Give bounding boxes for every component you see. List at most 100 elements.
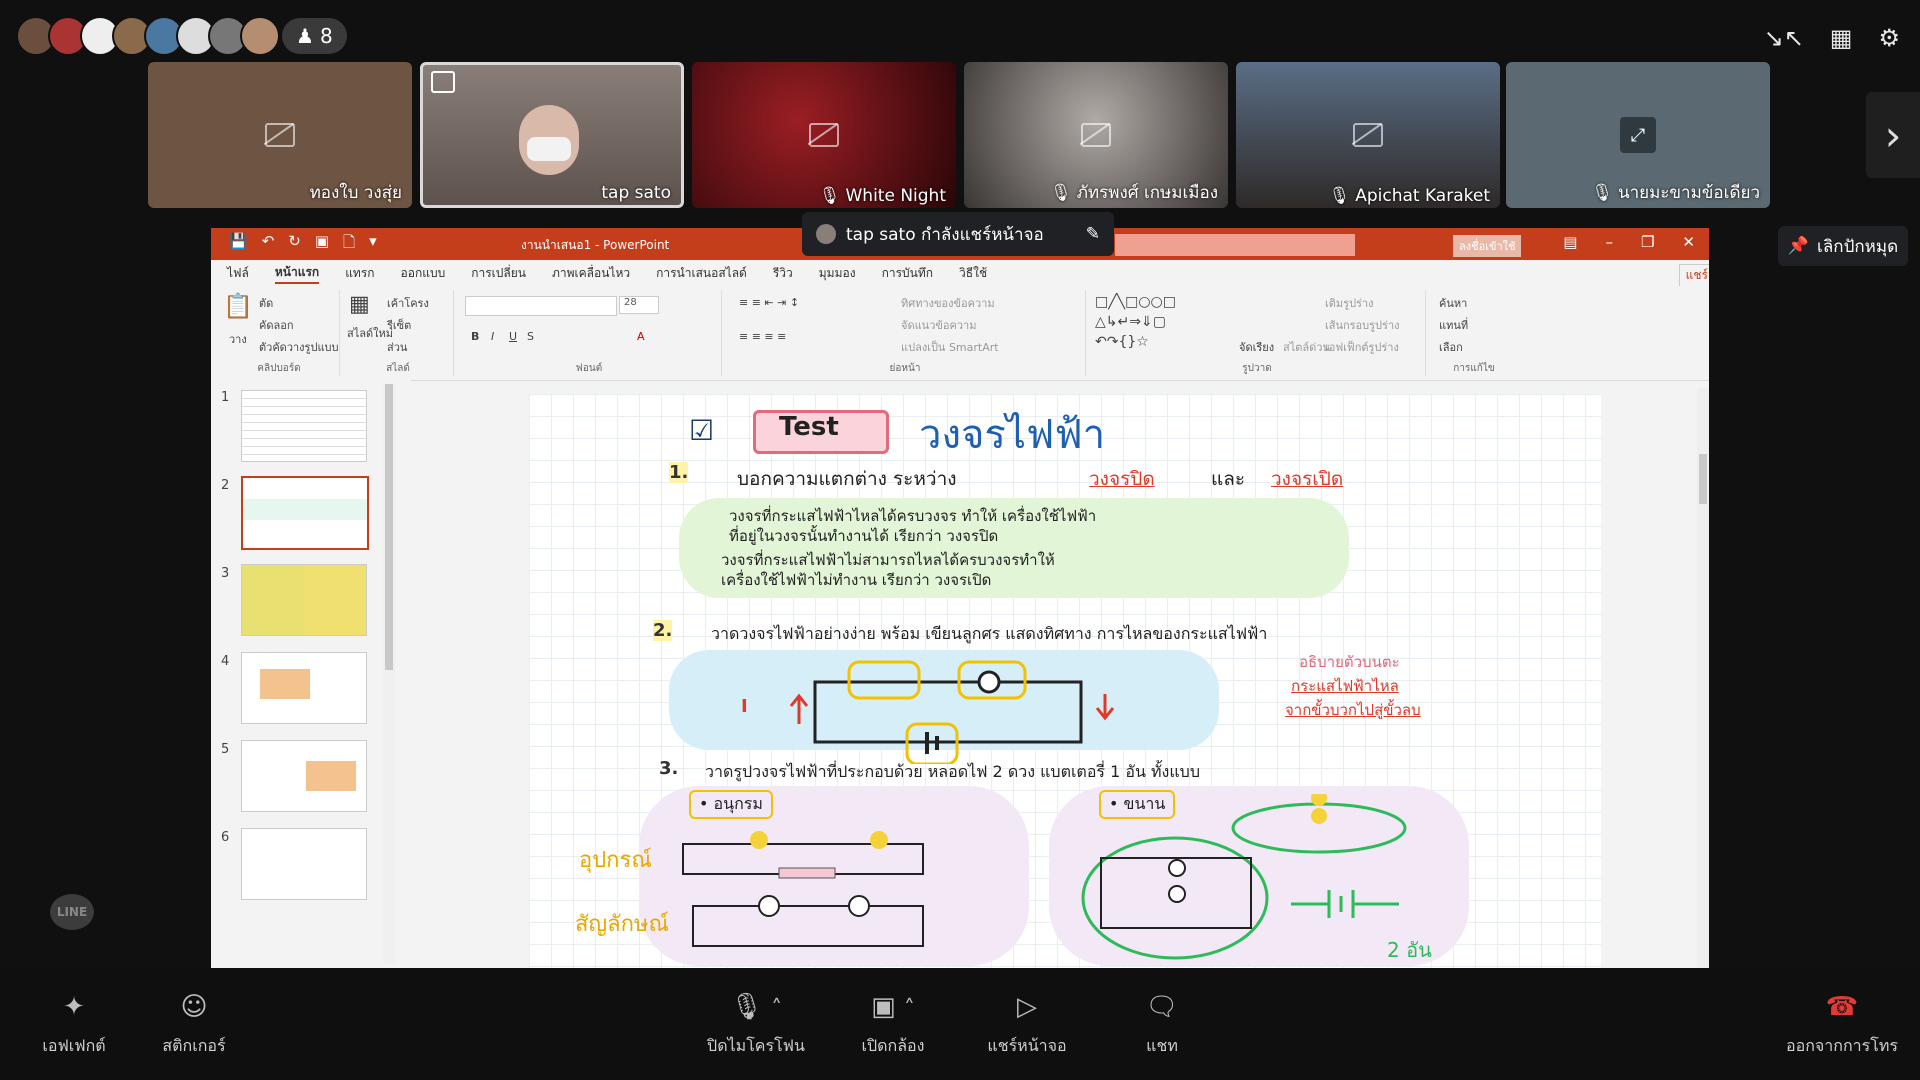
reset-button[interactable]: รีเซ็ต <box>387 316 411 334</box>
paste-label[interactable]: วาง <box>229 330 247 348</box>
camera-button[interactable]: ▣ ˄ เปิดกล้อง <box>848 992 938 1059</box>
tab-animations[interactable]: ภาพเคลื่อนไหว <box>552 264 630 283</box>
slide-thumbnail[interactable] <box>241 740 367 812</box>
smartart-button[interactable]: แปลงเป็น SmartArt <box>901 338 999 356</box>
participant-avatars[interactable]: ♟ 8 <box>16 16 347 56</box>
tab-view[interactable]: มุมมอง <box>819 264 856 283</box>
format-painter-button[interactable]: ตัวคัดวางรูปแบบ <box>259 338 339 356</box>
font-name-dropdown[interactable] <box>465 296 617 316</box>
shadow-icon[interactable]: S <box>527 330 534 343</box>
underline-icon[interactable]: U <box>509 330 517 343</box>
video-tile[interactable]: 🎙 ภัทรพงศ์ เกษมเมือง <box>964 62 1228 208</box>
sign-in-button[interactable]: ลงชื่อเข้าใช้ <box>1453 235 1522 257</box>
paste-icon[interactable]: 📋 <box>223 292 253 320</box>
undo-icon[interactable]: ↶ <box>262 232 275 257</box>
new-file-icon[interactable]: 🗋 <box>343 232 355 257</box>
effects-button[interactable]: ✦ เอฟเฟกต์ <box>34 992 114 1059</box>
leave-call-button[interactable]: ☎ ออกจากการโทร <box>1780 992 1904 1059</box>
quick-styles-button[interactable]: สไตล์ด่วน <box>1283 338 1330 356</box>
shapes-gallery-icon[interactable]: ↶↷{}☆ <box>1095 334 1149 350</box>
bullets-icon[interactable]: ≡ ≡ ⇤ ⇥ ↕ <box>739 296 799 309</box>
text-direction-button[interactable]: ทิศทางของข้อความ <box>901 294 995 312</box>
save-icon[interactable]: 💾 <box>229 232 248 257</box>
tab-record[interactable]: การบันทึก <box>882 264 933 283</box>
shapes-gallery-icon[interactable]: □╱╲□○○□ <box>1095 294 1176 310</box>
cut-button[interactable]: ตัด <box>259 294 273 312</box>
slide-thumbnail[interactable] <box>241 828 367 900</box>
face-mask <box>527 137 571 161</box>
thumbnail-scrollbar[interactable] <box>383 384 395 964</box>
replace-button[interactable]: แทนที่ <box>1439 316 1468 334</box>
present-icon[interactable]: ▣ <box>315 232 329 257</box>
tab-file[interactable]: ไฟล์ <box>227 264 249 283</box>
ribbon-display-icon[interactable]: ▤ <box>1563 233 1577 251</box>
tab-home[interactable]: หน้าแรก <box>274 263 320 284</box>
shape-fill-button[interactable]: เติมรูปร่าง <box>1325 294 1374 312</box>
slide-thumbnail[interactable] <box>241 652 367 724</box>
italic-icon[interactable]: I <box>491 330 494 343</box>
search-box[interactable] <box>1115 234 1355 256</box>
font-group: 28 B I U S A ฟอนต์ <box>457 290 722 376</box>
share-screen-button[interactable]: ▷ แชร์หน้าจอ <box>984 992 1070 1059</box>
section-button[interactable]: ส่วน <box>387 338 407 356</box>
stickers-button[interactable]: ☺ สติกเกอร์ <box>154 992 234 1059</box>
sparkle-icon: ✦ <box>63 992 85 1022</box>
chat-button[interactable]: 🗨 แชท <box>1130 992 1194 1059</box>
close-icon[interactable]: ✕ <box>1682 233 1695 251</box>
slide-thumbnail[interactable] <box>241 564 367 636</box>
unpin-button[interactable]: 📌 เลิกปักหมุด <box>1778 226 1908 266</box>
tab-help[interactable]: วิธีใช้ <box>959 264 987 283</box>
redo-icon[interactable]: ↻ <box>288 232 301 257</box>
align-text-button[interactable]: จัดแนวข้อความ <box>901 316 976 334</box>
arrange-button[interactable]: จัดเรียง <box>1239 338 1274 356</box>
new-slide-icon[interactable]: ▦ <box>349 292 370 317</box>
select-button[interactable]: เลือก <box>1439 338 1463 356</box>
video-tile[interactable]: ⤢ 🎙 นายมะขามข้อเดียว <box>1506 62 1770 208</box>
tab-transitions[interactable]: การเปลี่ยน <box>471 264 526 283</box>
tile-name-label: White Night <box>845 186 946 206</box>
expand-icon[interactable]: ⤢ <box>1620 117 1656 153</box>
shape-outline-button[interactable]: เส้นกรอบรูปร่าง <box>1325 316 1400 334</box>
slide-thumbnail-selected[interactable] <box>241 476 369 550</box>
pin-icon[interactable] <box>431 71 455 93</box>
font-size-dropdown[interactable]: 28 <box>619 296 659 314</box>
align-icons[interactable]: ≡ ≡ ≡ ≡ <box>739 330 786 343</box>
find-button[interactable]: ค้นหา <box>1439 294 1467 312</box>
participant-name: 🎙 นายมะขามข้อเดียว <box>1591 179 1760 206</box>
copy-button[interactable]: คัดลอก <box>259 316 294 334</box>
minimize-icon[interactable]: – <box>1605 233 1613 251</box>
video-tile[interactable]: 🎙 White Night <box>692 62 956 208</box>
tab-slideshow[interactable]: การนำเสนอสไลด์ <box>656 264 747 283</box>
slide-scrollbar[interactable] <box>1697 388 1709 968</box>
slide-title: วงจรไฟฟ้า <box>919 412 1106 458</box>
exit-fullscreen-icon[interactable]: ↘↖ <box>1764 24 1804 52</box>
pen-icon[interactable]: ✎ <box>1086 224 1100 244</box>
apps-grid-icon[interactable]: ▦ <box>1830 24 1853 52</box>
video-tile-active-speaker[interactable]: tap sato <box>420 62 684 208</box>
layout-button[interactable]: เค้าโครง <box>387 294 429 312</box>
microphone-icon: 🎙 ˄ <box>729 992 783 1022</box>
mic-button[interactable]: 🎙 ˄ ปิดไมโครโฟน <box>704 992 808 1059</box>
customize-icon[interactable]: ▾ <box>369 232 377 257</box>
tab-insert[interactable]: แทรก <box>345 264 374 283</box>
current-symbol: I <box>741 696 748 717</box>
font-color-icon[interactable]: A <box>637 330 645 343</box>
video-tile[interactable]: ทองใบ วงสุ่ย <box>148 62 412 208</box>
circuit-diagram <box>789 660 1115 764</box>
share-button[interactable]: แชร์ <box>1678 264 1709 287</box>
shapes-gallery-icon[interactable]: △↳↵⇒⇓▢ <box>1095 314 1166 330</box>
shape-effects-button[interactable]: เอฟเฟ็กต์รูปร่าง <box>1325 338 1399 356</box>
participant-count-button[interactable]: ♟ 8 <box>282 18 347 54</box>
video-tile[interactable]: 🎙 Apichat Karaket <box>1236 62 1500 208</box>
settings-gear-icon[interactable]: ⚙ <box>1878 24 1900 52</box>
next-tiles-button[interactable]: › <box>1866 92 1920 178</box>
slide-canvas[interactable]: ☑ Test วงจรไฟฟ้า 1. บอกความแตกต่าง ระหว่… <box>529 394 1601 968</box>
tab-review[interactable]: รีวิว <box>773 264 793 283</box>
restore-icon[interactable]: ❐ <box>1641 233 1654 251</box>
drawing-group: □╱╲□○○□ △↳↵⇒⇓▢ ↶↷{}☆ จัดเรียง สไตล์ด่วน … <box>1089 290 1426 376</box>
tab-design[interactable]: ออกแบบ <box>401 264 446 283</box>
share-screen-label: แชร์หน้าจอ <box>987 1036 1067 1055</box>
bold-icon[interactable]: B <box>471 330 479 343</box>
q1-text: บอกความแตกต่าง ระหว่าง <box>737 468 957 490</box>
slide-thumbnail[interactable] <box>241 390 367 462</box>
